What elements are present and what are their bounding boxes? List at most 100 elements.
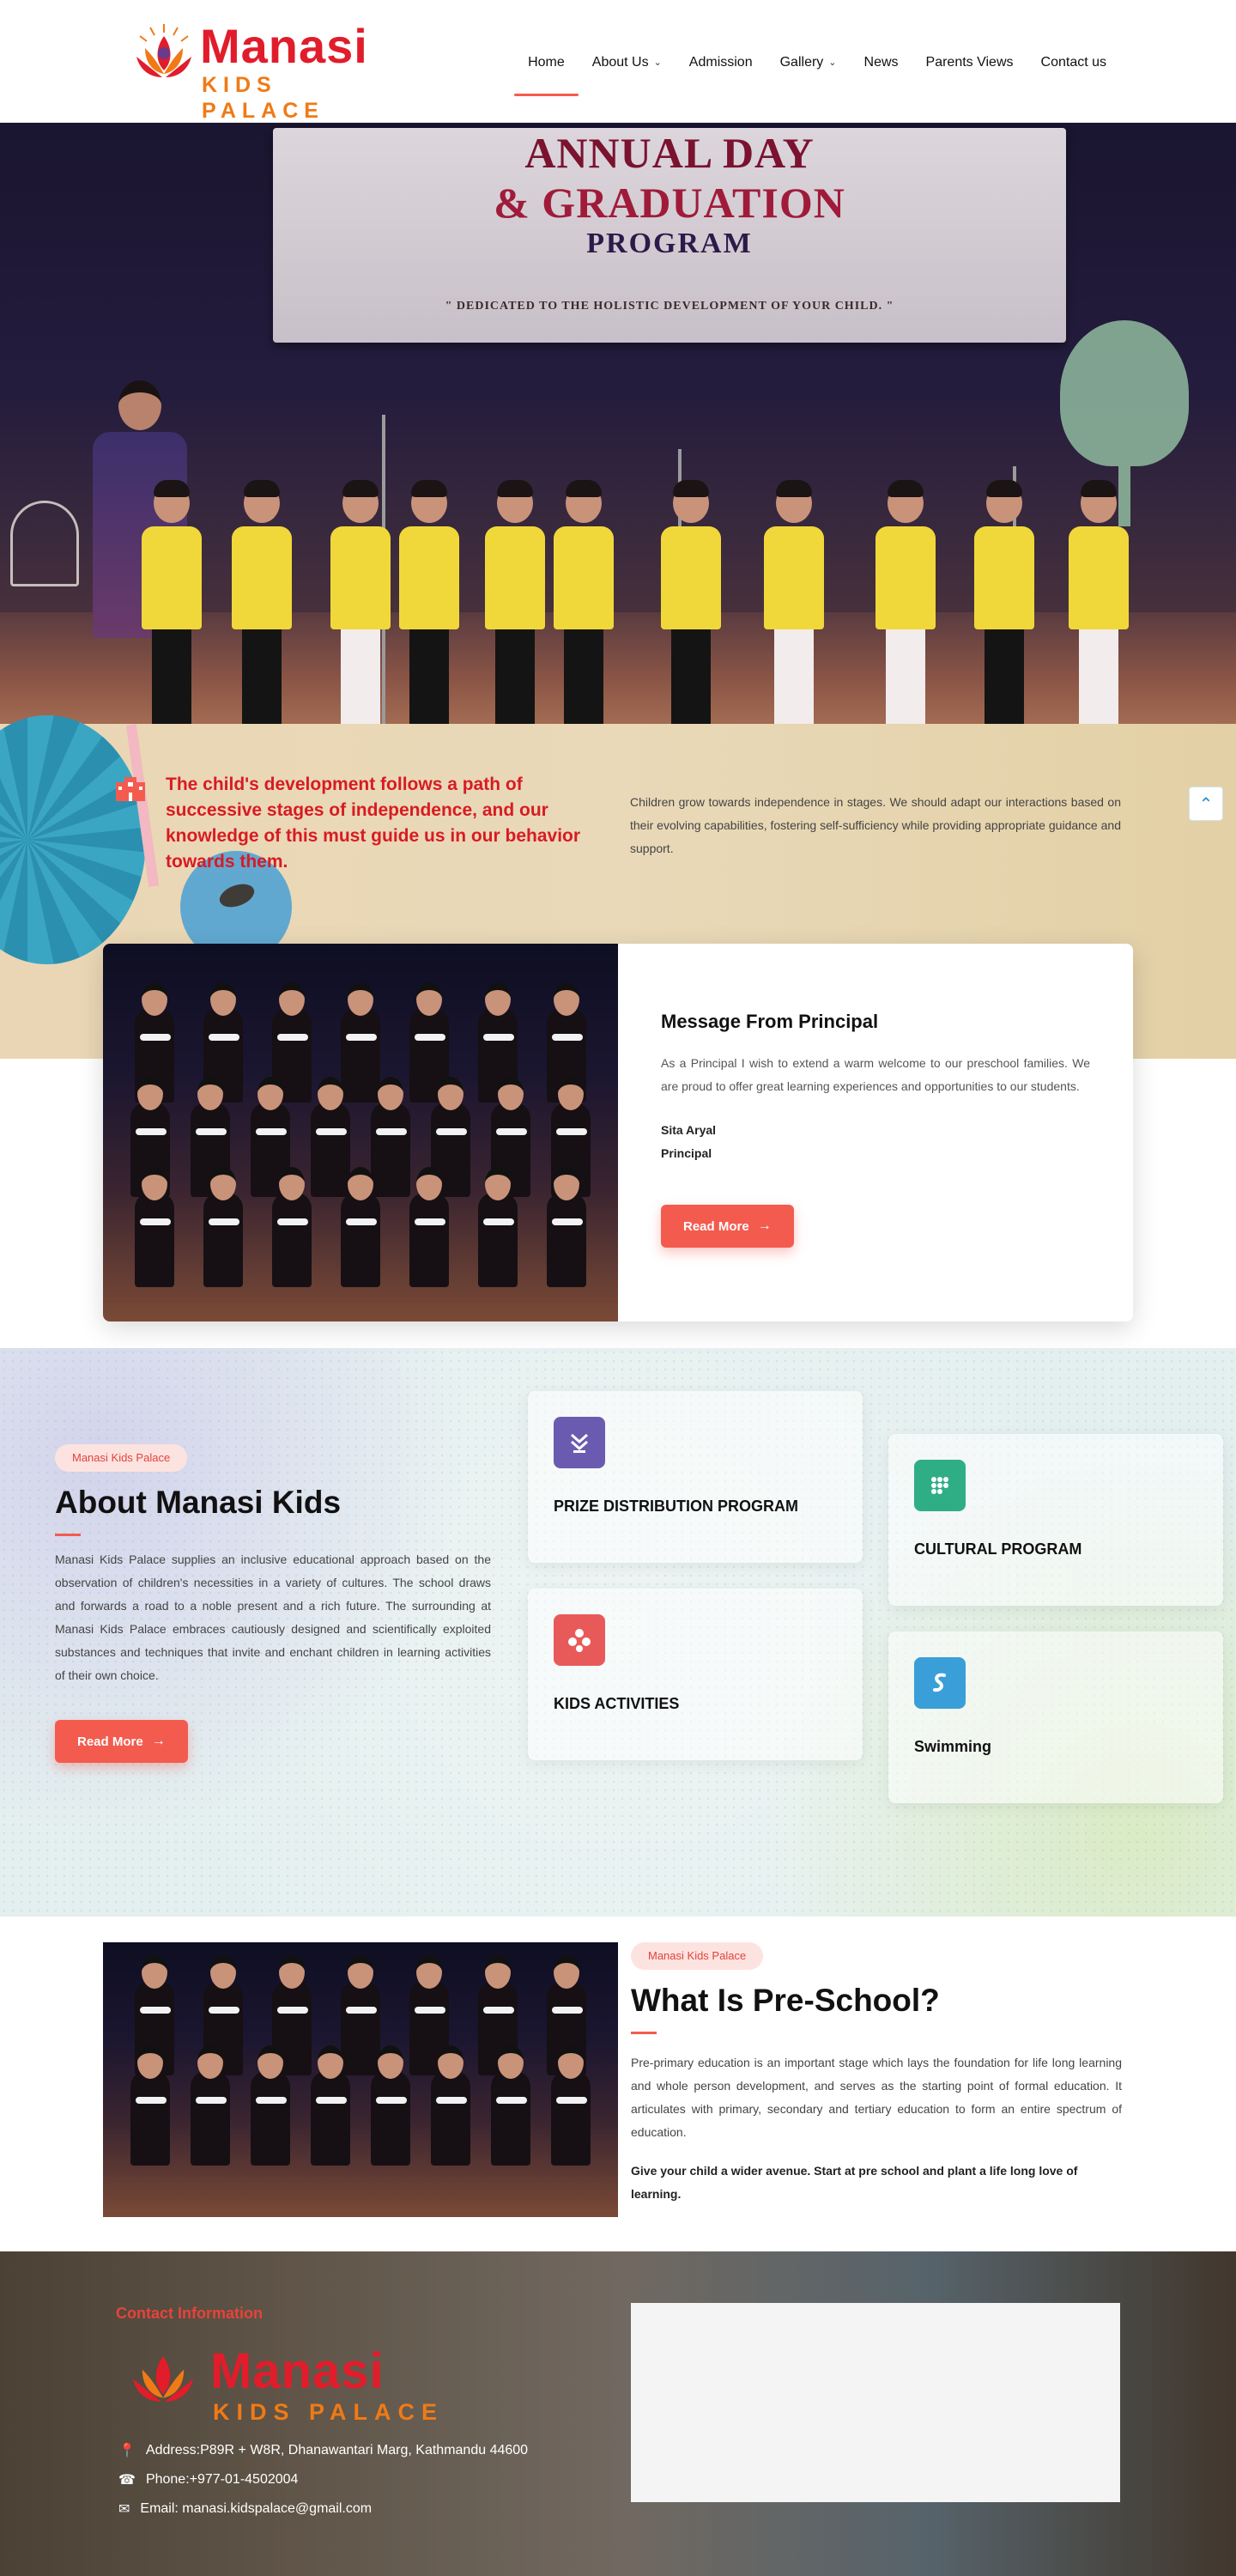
child-figure — [330, 480, 391, 724]
principal-message-body: Message From Principal As a Principal I … — [661, 1011, 1090, 1248]
lotus-emblem-icon — [136, 24, 191, 77]
feature-label: Swimming — [914, 1738, 992, 1755]
banner-line-4: " DEDICATED TO THE HOLISTIC DEVELOPMENT … — [445, 300, 894, 313]
principal-name-text: Sita Aryal — [661, 1123, 717, 1137]
preschool-title: What Is Pre-School? — [631, 1983, 940, 2018]
nav-news[interactable]: News — [851, 50, 912, 76]
nav-contact-us[interactable]: Contact us — [1027, 50, 1120, 76]
about-read-more-label: Read More — [77, 1734, 143, 1749]
nav-gallery[interactable]: Gallery ⌄ — [766, 50, 851, 76]
principal-read-more-button[interactable]: Read More → — [661, 1205, 794, 1248]
footer-logo[interactable]: Manasi KIDS PALACE — [129, 2337, 455, 2440]
contact-phone-text: Phone:+977-01-4502004 — [145, 2472, 299, 2487]
about-content: Manasi Kids Palace About Manasi Kids Man… — [55, 1444, 491, 1763]
banner-line-2: & GRADUATION — [494, 179, 845, 227]
about-title: About Manasi Kids — [55, 1485, 342, 1520]
paper-fan-decoration — [0, 715, 146, 964]
preschool-tag: Manasi Kids Palace — [631, 1942, 764, 1970]
nav-gallery-label: Gallery — [779, 55, 824, 70]
nav-contact-us-label: Contact us — [1040, 55, 1106, 70]
graduation-photo — [103, 944, 618, 1321]
hero-image: ANNUAL DAY & GRADUATION PROGRAM " DEDICA… — [0, 123, 1236, 724]
paper-tree-decoration — [1060, 320, 1189, 526]
map-pin-icon: 📍 — [118, 2444, 136, 2458]
chevron-down-icon: ⌄ — [653, 58, 662, 68]
site-header: Manasi KIDS PALACE Home About Us ⌄ Admiss… — [0, 0, 1236, 123]
contact-section: Contact Information Manasi KIDS PALACE 📍… — [0, 2251, 1236, 2576]
contact-email[interactable]: ✉ Email: manasi.kidspalace@gmail.com — [118, 2500, 372, 2518]
preschool-content: Manasi Kids Palace What Is Pre-School? P… — [631, 1942, 1122, 2206]
feature-card-prize-distribution[interactable]: PRIZE DISTRIBUTION PROGRAM — [528, 1391, 863, 1563]
graduates-row — [120, 1167, 601, 1287]
nav-about-us-label: About Us — [591, 55, 649, 70]
feature-label: PRIZE DISTRIBUTION PROGRAM — [554, 1498, 799, 1515]
chevron-down-icon: ⌄ — [828, 58, 837, 68]
contact-address-text: Address:P89R + W8R, Dhanawantari Marg, K… — [145, 2443, 529, 2458]
feature-label: KIDS ACTIVITIES — [554, 1695, 680, 1712]
feature-card-cultural-program[interactable]: CULTURAL PROGRAM — [888, 1434, 1223, 1606]
title-underline — [55, 1534, 81, 1536]
child-figure — [399, 480, 459, 724]
banner-line-3: PROGRAM — [586, 228, 753, 259]
child-figure — [485, 480, 545, 724]
about-section: Manasi Kids Palace About Manasi Kids Man… — [0, 1348, 1236, 1917]
grid-dots-icon — [914, 1460, 966, 1511]
phone-icon: ☎ — [118, 2473, 136, 2488]
main-nav: Home About Us ⌄ Admission Gallery ⌄ News P… — [514, 50, 1120, 96]
about-tag: Manasi Kids Palace — [55, 1444, 188, 1472]
principal-role-text: Principal — [661, 1146, 712, 1160]
quote-text: The child's development follows a path o… — [166, 775, 581, 872]
chevron-up-icon: ⌃ — [1198, 794, 1214, 814]
contact-phone[interactable]: ☎ Phone:+977-01-4502004 — [118, 2471, 298, 2488]
nav-home-label: Home — [528, 55, 565, 70]
principal-title: Message From Principal — [661, 1011, 879, 1032]
feature-label: CULTURAL PROGRAM — [914, 1540, 1082, 1558]
preschool-highlight: Give your child a wider avenue. Start at… — [631, 2164, 1078, 2201]
about-read-more-button[interactable]: Read More → — [55, 1720, 188, 1763]
birdcage-decoration — [10, 501, 79, 586]
nav-parents-views[interactable]: Parents Views — [912, 50, 1027, 76]
brand-tagline: KIDS PALACE — [202, 73, 324, 123]
about-description: Manasi Kids Palace supplies an inclusive… — [55, 1552, 491, 1682]
principal-message: As a Principal I wish to extend a warm w… — [661, 1056, 1090, 1093]
prize-icon — [554, 1417, 605, 1468]
preschool-photo — [103, 1942, 618, 2217]
arrow-right-icon: → — [151, 1734, 166, 1748]
child-figure — [232, 480, 292, 724]
child-figure — [142, 480, 202, 724]
contact-address: 📍 Address:P89R + W8R, Dhanawantari Marg,… — [118, 2442, 528, 2459]
child-figure — [661, 480, 721, 724]
brand-logo[interactable]: Manasi KIDS PALACE — [133, 19, 382, 123]
contact-title: Contact Information — [116, 2305, 263, 2322]
nav-news-label: News — [863, 55, 899, 70]
footer-brand-name: Manasi — [210, 2343, 385, 2399]
principal-message-card: Message From Principal As a Principal I … — [103, 944, 1133, 1321]
lotus-emblem-icon — [132, 2356, 194, 2402]
feature-card-kids-activities[interactable]: KIDS ACTIVITIES — [528, 1589, 863, 1760]
nav-parents-views-label: Parents Views — [925, 55, 1014, 70]
principal-name: Sita Aryal Principal — [661, 1119, 1090, 1165]
activities-icon — [554, 1614, 605, 1666]
school-building-icon — [116, 777, 145, 801]
footer-brand-tagline: KIDS PALACE — [213, 2399, 445, 2425]
feature-card-swimming[interactable]: Swimming — [888, 1631, 1223, 1803]
nav-admission-label: Admission — [688, 55, 753, 70]
brand-name: Manasi — [200, 19, 368, 73]
nav-home[interactable]: Home — [514, 50, 579, 96]
graduates-row — [120, 982, 601, 1103]
envelope-icon: ✉ — [118, 2502, 130, 2517]
quote-description: Children grow towards independence in st… — [630, 795, 1121, 855]
title-underline — [631, 2032, 657, 2034]
map-embed[interactable] — [631, 2303, 1120, 2502]
nav-about-us[interactable]: About Us ⌄ — [579, 50, 676, 76]
child-figure — [876, 480, 936, 724]
event-banner: ANNUAL DAY & GRADUATION PROGRAM " DEDICA… — [273, 128, 1066, 343]
preschool-description: Pre-primary education is an important st… — [631, 2056, 1122, 2139]
child-figure — [1069, 480, 1129, 724]
contact-email-text: Email: manasi.kidspalace@gmail.com — [140, 2501, 373, 2516]
child-figure — [764, 480, 824, 724]
principal-read-more-label: Read More — [683, 1218, 749, 1234]
scroll-to-top-button[interactable]: ⌃ — [1189, 787, 1223, 821]
swimming-icon — [914, 1657, 966, 1709]
nav-admission[interactable]: Admission — [676, 50, 766, 76]
